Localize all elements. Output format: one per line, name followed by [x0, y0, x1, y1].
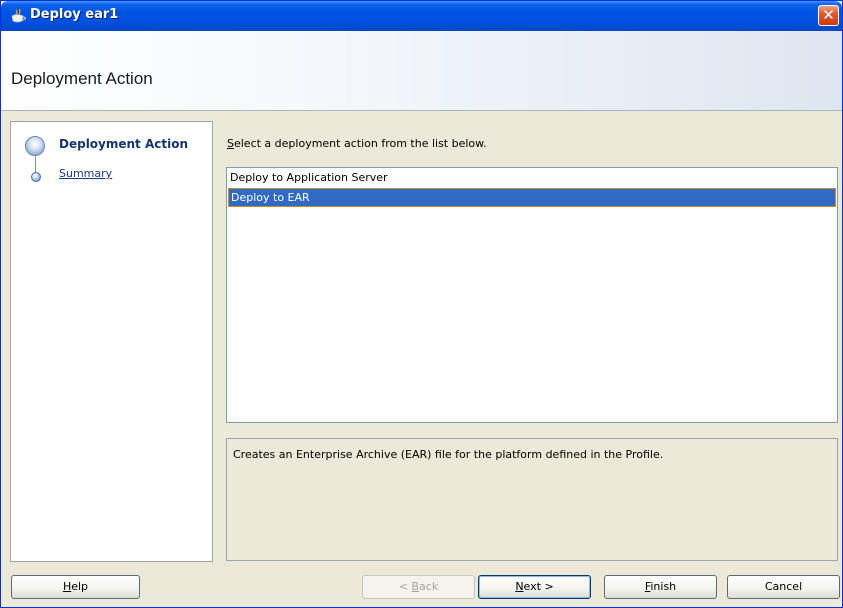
nav-step-summary-link[interactable]: Summary	[59, 167, 112, 180]
action-description: Creates an Enterprise Archive (EAR) file…	[233, 448, 664, 461]
cancel-button[interactable]: Cancel	[727, 575, 840, 599]
instruction-text: elect a deployment action from the list …	[233, 137, 487, 150]
close-button[interactable]: ✕	[818, 5, 839, 26]
nav-step-summary[interactable]: Summary	[11, 166, 212, 188]
next-button[interactable]: Next >	[478, 575, 591, 599]
title-bar[interactable]: Deploy ear1 ✕	[1, 1, 842, 31]
list-item[interactable]: Deploy to Application Server	[228, 169, 836, 188]
step-dot-icon	[31, 172, 41, 182]
instruction-mnemonic: S	[227, 137, 234, 150]
page-title: Deployment Action	[11, 69, 153, 88]
help-label: elp	[71, 580, 89, 593]
window-title: Deploy ear1	[30, 7, 119, 22]
back-label: ack	[419, 580, 439, 593]
back-prefix: <	[398, 580, 412, 593]
nav-step-deployment-action: Deployment Action	[11, 134, 212, 156]
close-icon: ✕	[822, 6, 835, 24]
action-description-panel: Creates an Enterprise Archive (EAR) file…	[226, 438, 838, 561]
deploy-dialog: Deploy ear1 ✕ Deployment Action Deployme…	[0, 0, 843, 608]
current-step-icon	[25, 136, 45, 156]
help-mnemonic: H	[62, 580, 72, 593]
next-label: ext >	[523, 580, 554, 593]
list-item-selected[interactable]: Deploy to EAR	[228, 188, 836, 207]
finish-button[interactable]: Finish	[604, 575, 717, 599]
nav-step-label: Deployment Action	[59, 137, 189, 151]
java-cup-icon	[11, 8, 26, 23]
finish-label: inish	[650, 580, 677, 593]
back-mnemonic: B	[411, 580, 420, 593]
instruction-label: Select a deployment action from the list…	[227, 137, 487, 150]
next-mnemonic: N	[515, 580, 524, 593]
back-button[interactable]: < Back	[362, 575, 475, 599]
header-band: Deployment Action	[1, 31, 842, 111]
deployment-action-list[interactable]: Deploy to Application Server Deploy to E…	[226, 167, 838, 423]
help-button[interactable]: Help	[11, 575, 140, 599]
wizard-step-nav: Deployment Action Summary	[10, 121, 213, 562]
